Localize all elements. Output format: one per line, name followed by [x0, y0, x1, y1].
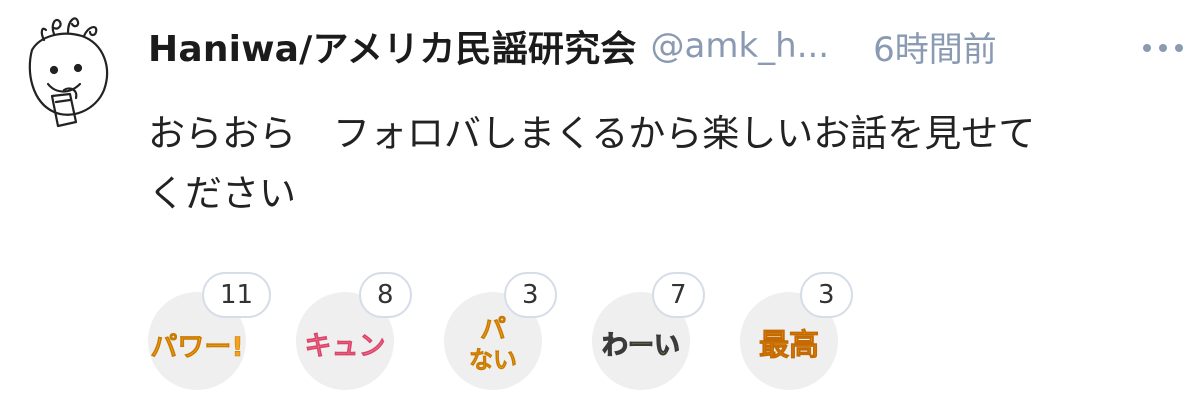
author-name[interactable]: Haniwa/アメリカ民謡研究会 — [148, 20, 637, 72]
svg-text:キュン: キュン — [305, 331, 386, 362]
post-timestamp[interactable]: 6時間前 — [873, 22, 997, 71]
reaction-count: 11 — [202, 272, 272, 318]
svg-text:ない: ない — [469, 346, 517, 374]
reaction-count: 8 — [359, 272, 412, 318]
reaction-count: 3 — [800, 272, 853, 318]
post-header: Haniwa/アメリカ民謡研究会 @amk_h... 6時間前 — [148, 18, 1178, 74]
avatar-face-icon — [28, 17, 109, 128]
svg-text:最高: 最高 — [759, 328, 819, 363]
reaction-count: 7 — [652, 272, 705, 318]
avatar[interactable] — [12, 10, 120, 130]
svg-text:わーい: わーい — [602, 331, 680, 361]
reaction-count: 3 — [504, 272, 557, 318]
more-options-button[interactable] — [1137, 26, 1189, 66]
timeline-post: Haniwa/アメリカ民謡研究会 @amk_h... 6時間前 おらおら フォロ… — [0, 0, 1193, 407]
more-horizontal-icon — [1143, 44, 1183, 52]
author-handle[interactable]: @amk_h... — [651, 26, 830, 66]
post-body: おらおら フォロバしまくるから楽しいお話を見せて ください — [148, 112, 1036, 215]
svg-text:パ: パ — [480, 315, 506, 345]
reactions-bar: パワー! 11 キュン 8 パ ない 3 わーい 7 最高 3 — [148, 272, 1148, 392]
svg-text:パワー!: パワー! — [150, 332, 243, 363]
